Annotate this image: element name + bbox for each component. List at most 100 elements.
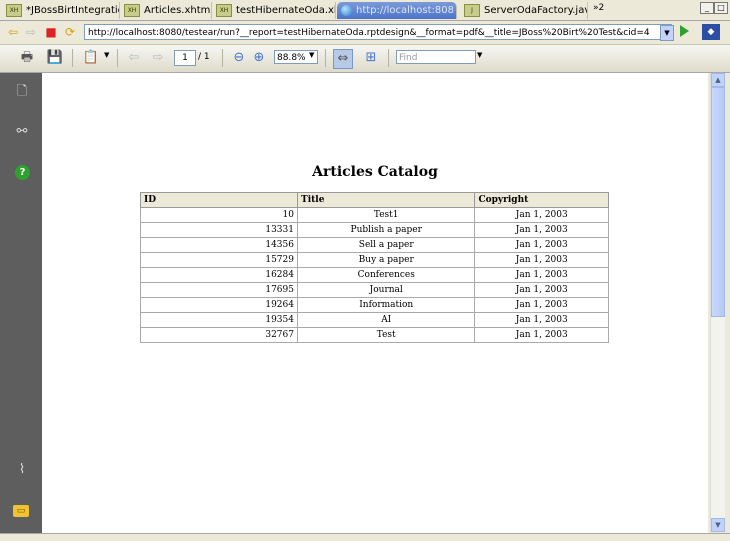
zoom-in-icon[interactable]: ⊕	[250, 49, 268, 67]
binoculars-icon[interactable]: ⚯	[13, 123, 31, 141]
scroll-up-button[interactable]: ▲	[711, 73, 725, 87]
tab-articles-xhtml[interactable]: XH Articles.xhtml	[120, 2, 212, 19]
table-row: 16284 Conferences Jan 1, 2003	[140, 267, 609, 283]
tab-label: *JBossBirtIntegratio	[26, 5, 120, 16]
find-dropdown-icon[interactable]: ▼	[477, 51, 482, 59]
scrollbar-thumb[interactable]	[711, 87, 725, 317]
cell-id: 15729	[140, 252, 298, 268]
xhtml-file-icon: XH	[216, 4, 232, 17]
cell-title: AI	[296, 312, 476, 328]
cell-id: 32767	[140, 327, 298, 343]
toolbar-divider	[72, 49, 73, 67]
scroll-down-button[interactable]: ▼	[711, 518, 725, 532]
refresh-icon[interactable]: ⟳	[63, 25, 77, 39]
cell-copyright: Jan 1, 2003	[474, 267, 609, 283]
find-input[interactable]: Find	[396, 50, 476, 64]
cell-title: Information	[296, 297, 476, 313]
previous-page-icon[interactable]: ⇦	[125, 49, 143, 67]
cell-copyright: Jan 1, 2003	[474, 327, 609, 343]
next-page-icon[interactable]: ⇨	[149, 49, 167, 67]
cell-title: Test1	[296, 207, 476, 223]
back-arrow-icon[interactable]: ⇦	[6, 25, 20, 39]
cell-id: 17695	[140, 282, 298, 298]
table-row: 10 Test1 Jan 1, 2003	[140, 207, 609, 223]
help-icon[interactable]: ?	[15, 165, 30, 180]
url-history-dropdown[interactable]: ▼	[660, 25, 674, 41]
table-row: 19354 AI Jan 1, 2003	[140, 312, 609, 328]
report-title: Articles Catalog	[312, 164, 438, 180]
editor-tab-bar: XH *JBossBirtIntegratio XH Articles.xhtm…	[0, 0, 730, 21]
cell-copyright: Jan 1, 2003	[474, 297, 609, 313]
column-header-title: Title	[296, 192, 476, 208]
table-header-row: ID Title Copyright	[140, 192, 609, 208]
xhtml-file-icon: XH	[124, 4, 140, 17]
url-input[interactable]: http://localhost:8080/testear/run?__repo…	[84, 24, 672, 40]
toolbar-divider	[388, 49, 389, 67]
page-total: / 1	[198, 52, 210, 62]
table-row: 17695 Journal Jan 1, 2003	[140, 282, 609, 298]
minimize-button[interactable]: _	[700, 2, 714, 14]
tab-test-hibernate-oda[interactable]: XH testHibernateOda.xht	[212, 2, 336, 19]
cell-title: Conferences	[296, 267, 476, 283]
cell-copyright: Jan 1, 2003	[474, 222, 609, 238]
toolbar-divider	[117, 49, 118, 67]
vertical-scrollbar[interactable]: ▲ ▼	[710, 73, 725, 532]
toolbar-divider	[222, 49, 223, 67]
table-row: 15729 Buy a paper Jan 1, 2003	[140, 252, 609, 268]
cell-id: 13331	[140, 222, 298, 238]
cell-title: Sell a paper	[296, 237, 476, 253]
table-row: 19264 Information Jan 1, 2003	[140, 297, 609, 313]
articles-table: ID Title Copyright 10 Test1 Jan 1, 2003 13…	[140, 192, 609, 343]
birt-logo-icon: ◆	[702, 24, 720, 40]
tab-label: Articles.xhtml	[144, 5, 212, 16]
xhtml-file-icon: XH	[6, 4, 22, 17]
table-row: 14356 Sell a paper Jan 1, 2003	[140, 237, 609, 253]
java-file-icon: J	[464, 4, 480, 17]
save-icon[interactable]: 💾	[46, 49, 64, 67]
fit-width-icon[interactable]: ⇔	[333, 49, 353, 69]
fit-page-icon[interactable]: ⊞	[362, 49, 380, 67]
cell-id: 19354	[140, 312, 298, 328]
cell-title: Journal	[296, 282, 476, 298]
page-number-input[interactable]: 1	[174, 50, 196, 66]
cell-id: 19264	[140, 297, 298, 313]
cell-copyright: Jan 1, 2003	[474, 207, 609, 223]
tab-label: ServerOdaFactory.jav	[484, 5, 588, 16]
column-header-copyright: Copyright	[474, 192, 609, 208]
column-header-id: ID	[140, 192, 298, 208]
go-icon[interactable]	[680, 25, 689, 37]
toolbar-divider	[325, 49, 326, 67]
tab-jboss-birt-integration[interactable]: XH *JBossBirtIntegratio	[2, 2, 120, 19]
stop-icon[interactable]: ■	[44, 25, 58, 39]
cell-copyright: Jan 1, 2003	[474, 312, 609, 328]
export-dropdown-icon[interactable]: ▼	[104, 51, 109, 59]
cell-id: 14356	[140, 237, 298, 253]
table-row: 32767 Test Jan 1, 2003	[140, 327, 609, 343]
tab-label: testHibernateOda.xht	[236, 5, 336, 16]
cell-copyright: Jan 1, 2003	[474, 252, 609, 268]
cell-title: Test	[296, 327, 476, 343]
cell-title: Publish a paper	[296, 222, 476, 238]
cell-copyright: Jan 1, 2003	[474, 237, 609, 253]
zoom-dropdown-icon[interactable]: ▼	[309, 51, 314, 59]
forward-arrow-icon[interactable]: ⇨	[24, 25, 38, 39]
viewer-toolbar: 🖶 💾 📋 ▼ ⇦ ⇨ 1 / 1 ⊖ ⊕ 88.8% ▼ ⇔ ⊞ Find ▼	[0, 45, 730, 73]
document-icon[interactable]: 🗋	[13, 83, 31, 101]
maximize-button[interactable]: □	[714, 2, 728, 14]
cell-id: 10	[140, 207, 298, 223]
viewer-side-panel: 🗋 ⚯ ? ⌇ ▭	[0, 73, 42, 538]
browser-globe-icon	[341, 5, 352, 16]
tab-browser-localhost[interactable]: http://localhost:808 ✕	[337, 2, 457, 19]
export-icon[interactable]: 📋	[82, 49, 100, 67]
browser-url-bar: ⇦ ⇨ ■ ⟳ http://localhost:8080/testear/ru…	[0, 21, 730, 45]
attachment-icon[interactable]: ⌇	[13, 461, 31, 479]
print-icon[interactable]: 🖶	[18, 49, 36, 67]
cell-id: 16284	[140, 267, 298, 283]
cell-title: Buy a paper	[296, 252, 476, 268]
comments-icon[interactable]: ▭	[13, 505, 29, 517]
cell-copyright: Jan 1, 2003	[474, 282, 609, 298]
zoom-out-icon[interactable]: ⊖	[230, 49, 248, 67]
tab-overflow-button[interactable]: »2	[593, 3, 604, 13]
tab-server-oda-factory[interactable]: J ServerOdaFactory.jav	[460, 2, 588, 19]
table-row: 13331 Publish a paper Jan 1, 2003	[140, 222, 609, 238]
